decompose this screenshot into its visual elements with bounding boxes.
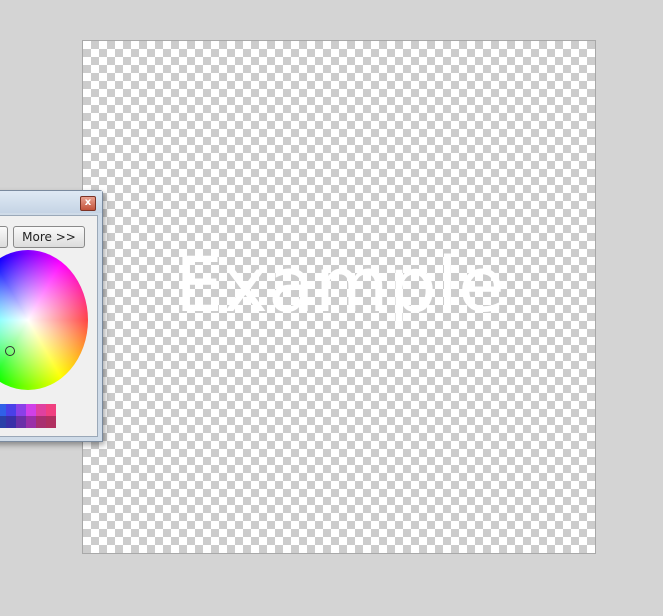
color-swatch[interactable]: [36, 404, 46, 416]
palette-titlebar[interactable]: x: [0, 191, 102, 213]
colors-palette-window: x More >>: [0, 190, 103, 442]
color-swatch[interactable]: [26, 416, 36, 428]
palette-button-partial[interactable]: [0, 226, 8, 248]
palette-body: More >>: [0, 215, 98, 437]
color-swatch[interactable]: [36, 416, 46, 428]
color-swatch[interactable]: [6, 416, 16, 428]
color-wheel-area[interactable]: [0, 250, 88, 390]
color-swatch[interactable]: [16, 416, 26, 428]
close-icon[interactable]: x: [80, 196, 96, 211]
color-swatch[interactable]: [6, 404, 16, 416]
color-swatch[interactable]: [26, 404, 36, 416]
more-button[interactable]: More >>: [13, 226, 85, 248]
color-wheel[interactable]: [0, 250, 88, 390]
color-swatch[interactable]: [46, 416, 56, 428]
palette-swatches: [0, 404, 58, 428]
image-canvas[interactable]: Example: [82, 40, 596, 554]
color-swatch[interactable]: [46, 404, 56, 416]
swatch-row-top: [0, 404, 58, 416]
canvas-example-text: Example: [175, 240, 505, 329]
color-swatch[interactable]: [16, 404, 26, 416]
swatch-row-bottom: [0, 416, 58, 428]
color-wheel-marker[interactable]: [5, 346, 15, 356]
